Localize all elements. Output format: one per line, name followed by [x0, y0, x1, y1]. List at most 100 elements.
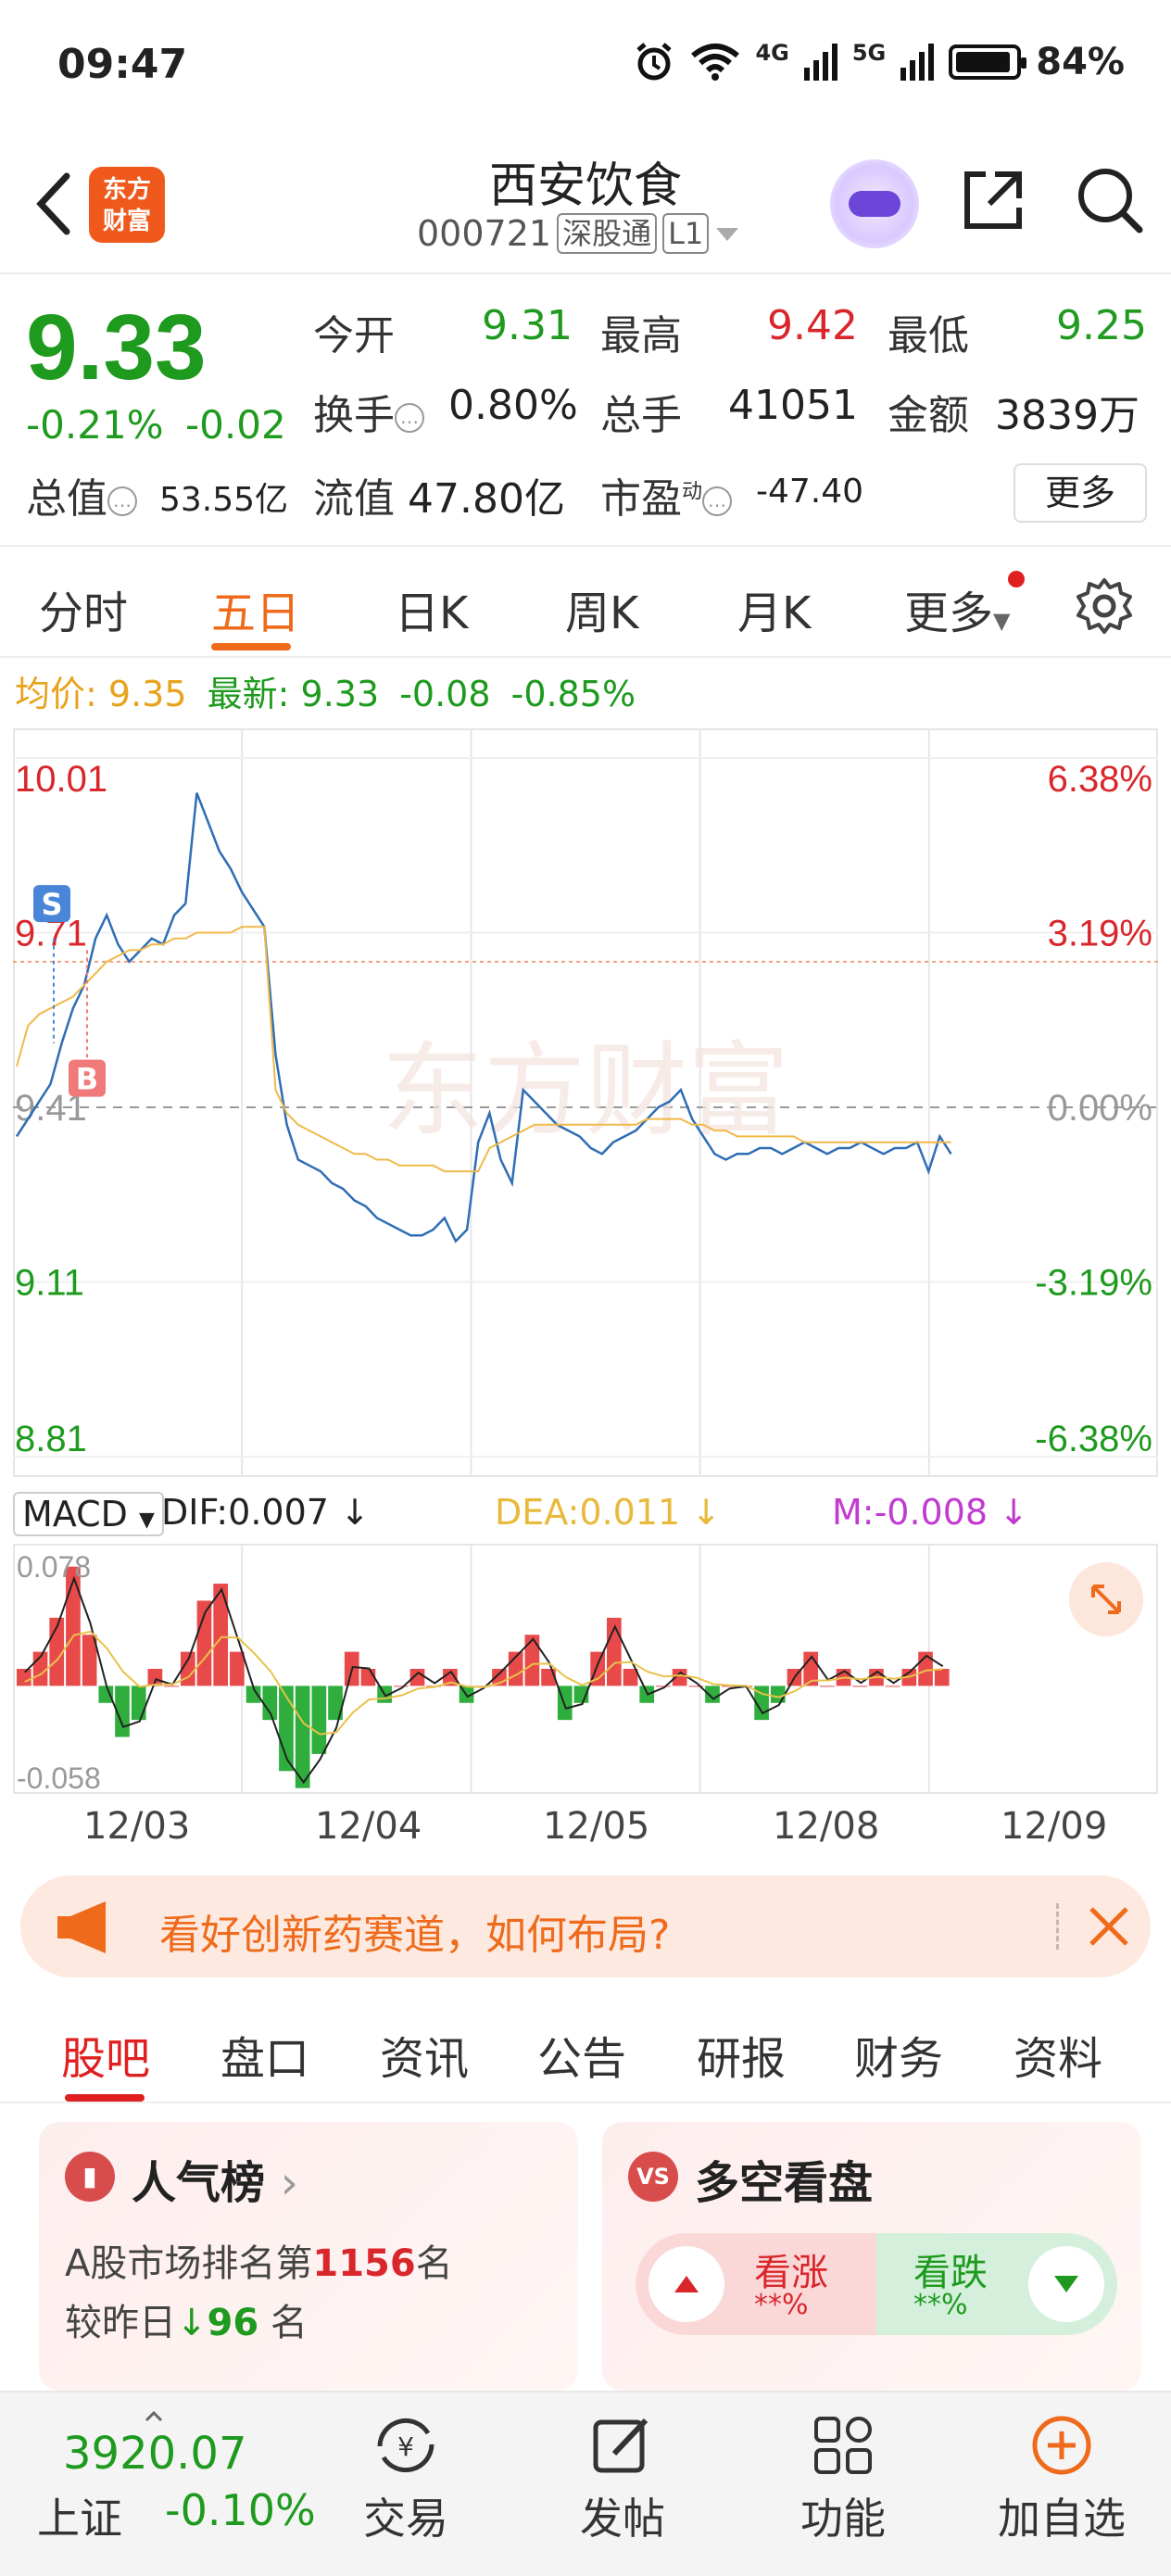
bearish-value: **% — [913, 2289, 968, 2321]
wifi-icon — [691, 44, 740, 81]
info-icon[interactable]: … — [107, 486, 137, 516]
stock-code-row[interactable]: 000721 深股通 L1 — [417, 213, 740, 254]
macd-dif: DIF:0.007 ↓ — [161, 1492, 370, 1533]
down-arrow-icon: ↓ — [340, 1492, 370, 1533]
battery-level: 84% — [1036, 41, 1125, 83]
sentiment-card[interactable]: VS 多空看盘 看涨 **% 看跌 **% — [602, 2122, 1141, 2391]
expand-icon[interactable] — [1069, 1562, 1143, 1636]
more-button[interactable]: 更多 — [1014, 463, 1147, 523]
date-label: 12/03 — [83, 1805, 191, 1848]
status-time: 09:47 — [57, 41, 188, 88]
tab-daily-k[interactable]: 日K — [395, 576, 468, 641]
stock-header: 东方 财富 西安饮食 000721 深股通 L1 — [0, 139, 1171, 274]
macd-selector[interactable]: MACD ▼ — [13, 1492, 164, 1536]
amount-value: 3839万 — [995, 392, 1140, 439]
ai-assistant-icon[interactable] — [830, 159, 919, 248]
tab-five-day[interactable]: 五日 — [211, 576, 300, 641]
macd-bar — [131, 1686, 146, 1721]
tab-profile[interactable]: 资料 — [1014, 2022, 1102, 2087]
chart-svg: 10.01 6.38%9.71 3.19%9.41 0.00%9.11 -3.19%8.… — [13, 728, 1158, 1477]
macd-selector-label: MACD — [22, 1494, 128, 1534]
amount-label: 金额 — [888, 392, 969, 439]
nav-trade[interactable]: 交易 — [322, 2485, 489, 2546]
macd-bar — [230, 1651, 245, 1686]
nav-add-watchlist[interactable]: 加自选 — [978, 2485, 1145, 2546]
bullish-button[interactable]: 看涨 **% — [636, 2233, 876, 2335]
info-icon[interactable]: … — [395, 403, 424, 433]
tab-weekly-k[interactable]: 周K — [565, 576, 638, 641]
change-amount: -0.02 — [185, 402, 286, 448]
tab-intraday[interactable]: 分时 — [39, 576, 128, 641]
date-label: 12/05 — [543, 1805, 650, 1848]
grid-icon — [760, 2413, 926, 2481]
macd-header: MACD ▼ DIF:0.007 ↓ DEA:0.011 ↓ M:-0.008 … — [13, 1484, 1158, 1544]
compare-suffix: 名 — [270, 2302, 308, 2344]
promo-banner[interactable]: 看好创新药赛道，如何布局? — [20, 1875, 1151, 1977]
rank-suffix: 名 — [415, 2242, 453, 2285]
rank-line: A股市场排名第1156名 — [65, 2233, 453, 2287]
date-axis: 12/03 12/04 12/05 12/08 12/09 — [0, 1799, 1171, 1855]
signal-5g-icon: 5G — [851, 40, 887, 66]
macd-bar — [17, 1669, 31, 1686]
high-label: 最高 — [600, 312, 682, 360]
rank-value: 1156 — [312, 2242, 416, 2285]
info-icon[interactable]: … — [702, 486, 733, 516]
nav-functions[interactable]: 功能 — [760, 2485, 926, 2546]
popularity-title-text: 人气榜 — [132, 2157, 266, 2209]
y-tick-right: -3.19% — [1035, 1263, 1152, 1304]
macd-bottom-tick: -0.058 — [17, 1762, 101, 1794]
down-arrow-icon: ↓ — [176, 2302, 208, 2344]
gear-icon[interactable] — [1075, 576, 1134, 636]
down-arrow-icon: ↓ — [691, 1492, 722, 1533]
add-circle-icon — [978, 2413, 1145, 2481]
tab-order-book[interactable]: 盘口 — [220, 2022, 309, 2087]
dea-label: DEA:0.011 — [495, 1492, 681, 1533]
tab-forum[interactable]: 股吧 — [61, 2022, 150, 2087]
svg-text:¥: ¥ — [397, 2431, 414, 2462]
macd-top-tick: 0.078 — [17, 1550, 91, 1584]
level-tag: L1 — [662, 213, 710, 254]
megaphone-icon — [57, 1901, 106, 1953]
exchange-tag: 深股通 — [557, 213, 658, 254]
info-tabs: 股吧 盘口 资讯 公告 研报 财务 资料 — [0, 1994, 1171, 2103]
search-icon[interactable] — [1075, 165, 1145, 235]
stock-code: 000721 — [417, 213, 552, 254]
battery-icon — [949, 44, 1027, 80]
tab-finance[interactable]: 财务 — [854, 2022, 943, 2087]
active-tab-underline — [211, 643, 291, 650]
macd-chart[interactable]: 0.078 -0.058 — [13, 1544, 1158, 1795]
sell-marker-label: S — [41, 887, 62, 922]
popularity-title: 人气榜 › — [132, 2146, 298, 2211]
low-label: 最低 — [888, 312, 969, 360]
dropdown-triangle-icon: ▼ — [993, 608, 1011, 634]
index-widget[interactable]: 3920.07 上证 -0.10% — [17, 2409, 332, 2557]
bearish-button[interactable]: 看跌 **% — [876, 2233, 1117, 2335]
sentiment-title: 多空看盘 — [695, 2157, 874, 2209]
tab-monthly-k[interactable]: 月K — [737, 576, 811, 641]
status-icons: 4G 5G 84% — [633, 40, 1125, 83]
y-tick-right: 6.38% — [1048, 759, 1152, 800]
float-value-label: 流值 — [313, 475, 395, 523]
tab-announcements[interactable]: 公告 — [537, 2022, 626, 2087]
dropdown-triangle-icon — [716, 228, 739, 241]
avg-label: 均价: — [15, 674, 97, 714]
tab-news[interactable]: 资讯 — [380, 2022, 469, 2087]
macd-bar — [98, 1686, 114, 1703]
nav-post[interactable]: 发帖 — [539, 2485, 706, 2546]
share-icon[interactable] — [958, 165, 1028, 235]
latest-value: 9.33 — [300, 674, 380, 714]
macd-bar — [770, 1686, 786, 1703]
volume-label: 总手 — [600, 392, 682, 439]
bullish-circle — [648, 2246, 724, 2322]
popularity-card[interactable]: ▮ 人气榜 › A股市场排名第1156名 较昨日↓96 名 — [39, 2122, 578, 2391]
close-icon[interactable] — [1086, 1903, 1132, 1950]
turnover-label-text: 换手 — [313, 392, 395, 439]
signal-5g-bars-icon — [900, 44, 935, 81]
turnover-label: 换手… — [313, 382, 424, 441]
tab-more[interactable]: 更多▼ — [904, 576, 1010, 641]
latest-label: 最新: — [207, 674, 290, 714]
five-day-chart[interactable]: 10.01 6.38% 9.71 3.19% 9.41 0.00% 9.11 -3.19% 8.… — [13, 728, 1158, 1477]
banner-divider — [1056, 1903, 1059, 1950]
tab-research[interactable]: 研报 — [697, 2022, 786, 2087]
alarm-icon — [636, 43, 673, 81]
